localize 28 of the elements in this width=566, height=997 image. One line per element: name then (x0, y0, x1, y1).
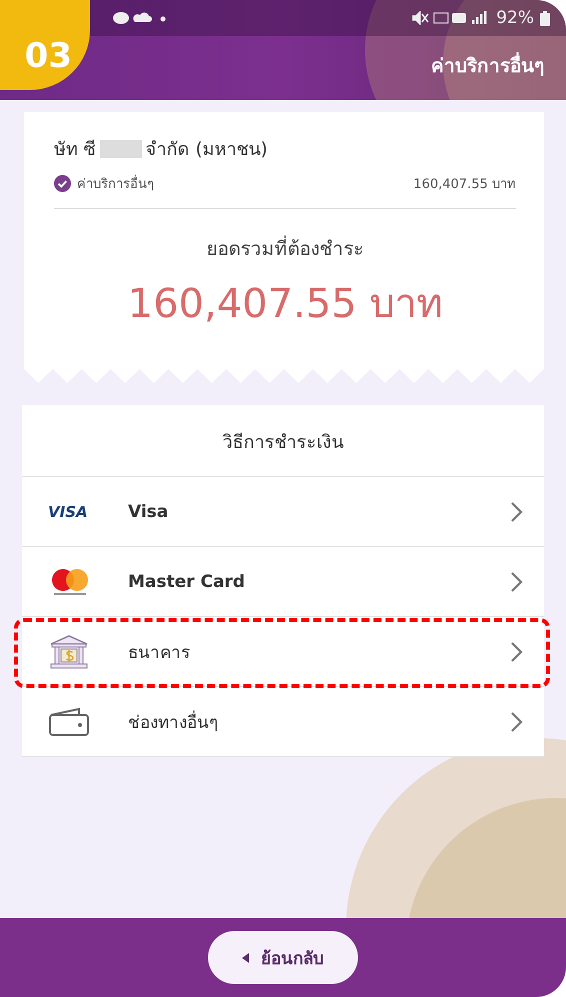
battery-icon (540, 10, 550, 26)
company-name-end: จำกัด (มหาชน) (146, 138, 268, 162)
back-button[interactable]: ย้อนกลับ (208, 931, 358, 984)
chevron-right-icon (510, 500, 524, 522)
payment-method-label: ช่องทางอื่นๆ (128, 708, 218, 735)
payment-method-label: ธนาคาร (128, 642, 190, 665)
chevron-right-icon (510, 640, 524, 662)
wallet-icon (48, 706, 90, 736)
payment-method-row[interactable]: Master Card (22, 547, 544, 617)
payment-method-label: Master Card (128, 572, 245, 592)
chevron-right-icon (510, 570, 524, 592)
company-name-start: ษัท ซี (54, 138, 96, 162)
bank-building-icon (48, 634, 90, 668)
payment-heading: วิธีการชำระเงิน (22, 405, 544, 477)
caret-left-icon (242, 952, 249, 962)
total-amount: 160,407.55 บาท (126, 280, 444, 329)
step-badge: 03 (0, 0, 90, 90)
service-amount: 160,407.55 บาท (413, 176, 516, 194)
payment-method-label: Visa (128, 502, 168, 522)
service-name: ค่าบริการอื่นๆ (77, 173, 154, 194)
page-title: ค่าบริการอื่นๆ (431, 50, 544, 80)
visa-logo: VISA (48, 502, 88, 520)
battery-percentage: 92% (496, 8, 534, 28)
chevron-right-icon (510, 710, 524, 732)
check-circle-icon (54, 175, 71, 192)
payment-method-row[interactable]: VISA Visa (22, 477, 544, 547)
redacted-block (100, 140, 142, 158)
total-label: ยอดรวมที่ต้องชำระ (54, 233, 516, 263)
